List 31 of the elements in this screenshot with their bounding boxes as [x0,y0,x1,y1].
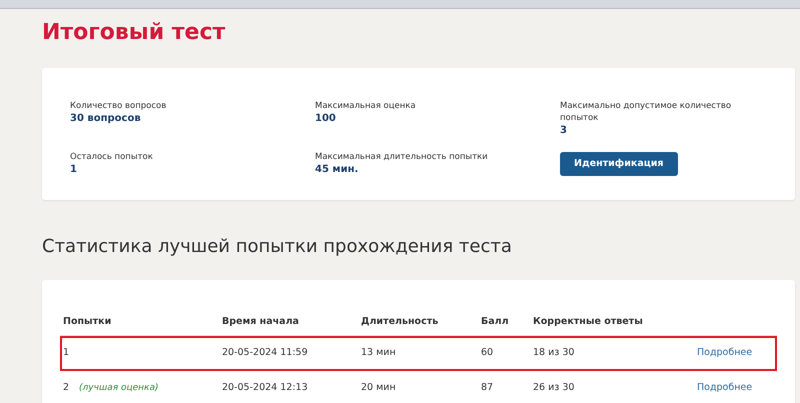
table-cell-text: 20-05-2024 11:59 [222,346,309,360]
table-cell: 2 [63,382,70,393]
info-label: Максимальная оценка [315,100,417,112]
info-label: Максимально допустимое количество попыток [560,100,732,124]
info-value: 45 мин. [315,163,360,176]
table-cell-text: 60 [481,346,494,360]
info-label: Максимальная длительность попытки [315,151,489,163]
table-cell-text: 20 мин [361,381,397,396]
info-label: Количество вопросов [70,100,168,112]
table-cell-text: 26 из 30 [533,381,576,396]
info-value: 3 [560,124,568,137]
table-cell-text: 20-05-2024 12:13 [222,381,309,396]
details-link[interactable]: Подробнее [697,347,752,358]
section-heading: Статистика лучшей попытки прохождения теста [42,235,513,260]
info-label: Осталось попыток [70,151,154,163]
info-value: 100 [315,112,337,125]
best-score-note: (лучшая оценка) [79,383,158,393]
column-header: Длительность [361,315,440,329]
table-cell-text: 13 мин [361,346,397,360]
identification-button[interactable]: Идентификация [560,152,678,176]
table-cell-text: 18 из 30 [533,346,576,360]
column-header: Время начала [222,315,300,329]
details-link[interactable]: Подробнее [697,382,752,394]
info-value: 30 вопросов [70,112,142,125]
column-header: Корректные ответы [533,315,644,329]
table-cell-text: 87 [481,381,494,396]
page-title: Итоговый тест [41,19,226,47]
info-value: 1 [70,163,78,176]
column-header: Попытки [63,315,112,329]
column-header: Балл [481,315,510,329]
table-cell: 1 [63,347,70,358]
